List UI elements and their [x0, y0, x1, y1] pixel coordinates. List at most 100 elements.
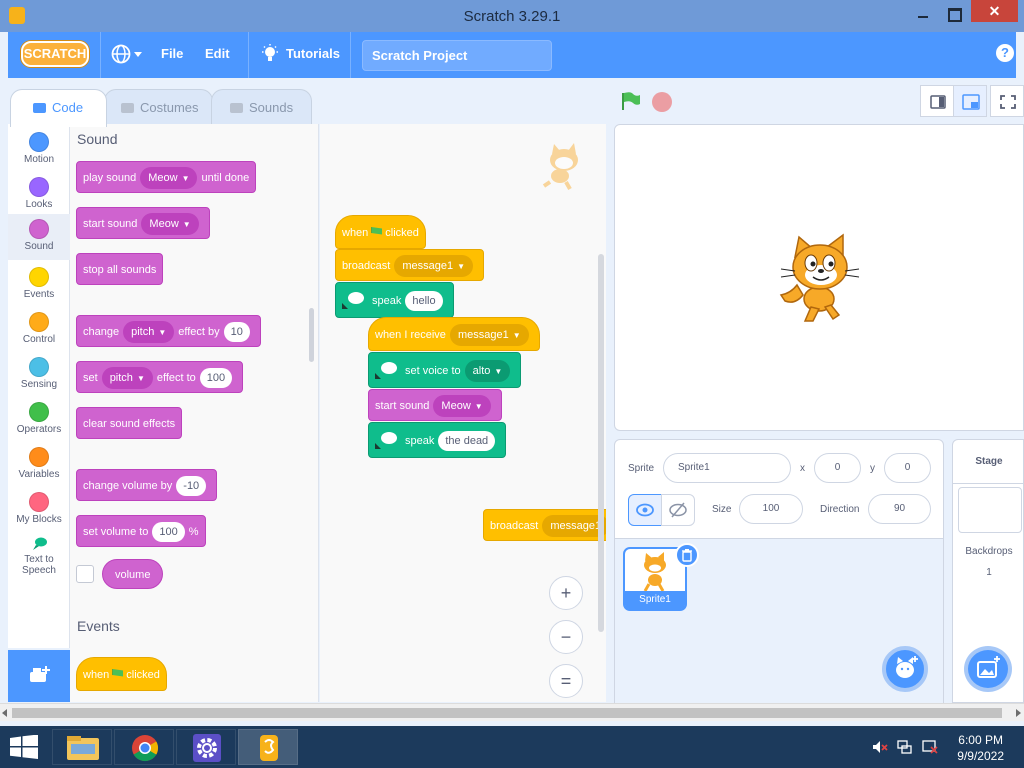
taskbar-scratch[interactable]	[238, 729, 298, 765]
taskbar-chrome[interactable]	[114, 729, 174, 765]
windows-start-icon[interactable]	[10, 734, 38, 759]
menu-edit[interactable]: Edit	[205, 46, 230, 61]
taskbar-clock[interactable]: 6:00 PM 9/9/2022	[957, 732, 1004, 764]
sprite-size-input[interactable]: 100	[739, 494, 803, 524]
effect-value-input[interactable]: 100	[199, 368, 233, 388]
volume-change-input[interactable]: -10	[176, 476, 207, 496]
script-broadcast-block[interactable]: broadcast message1	[483, 509, 606, 541]
effect-dropdown[interactable]: pitch ▼	[101, 367, 153, 389]
volume-value-input[interactable]: 100	[152, 522, 185, 542]
sprite-name-input[interactable]: Sprite1	[663, 453, 791, 483]
sprite-y-input[interactable]: 0	[884, 453, 931, 483]
block-text: change	[83, 326, 120, 338]
script-speak-block[interactable]: speak hello	[335, 282, 454, 318]
category-sound[interactable]: Sound	[8, 214, 70, 260]
maximize-button[interactable]	[940, 2, 966, 24]
network-icon[interactable]	[897, 740, 913, 754]
stop-button[interactable]	[652, 92, 672, 112]
speak-text-input[interactable]: hello	[405, 291, 443, 311]
sprite-thumbnail-label: Sprite1	[625, 591, 685, 609]
block-start-sound[interactable]: start sound Meow ▼	[76, 207, 210, 239]
category-looks[interactable]: Looks	[8, 172, 70, 216]
block-stop-all-sounds[interactable]: stop all sounds	[76, 253, 164, 285]
zoom-reset-button[interactable]: =	[549, 664, 583, 698]
tab-costumes[interactable]: Costumes	[104, 89, 213, 125]
voice-dropdown[interactable]: alto ▼	[464, 360, 511, 382]
help-icon[interactable]: ?	[996, 44, 1014, 62]
small-stage-button[interactable]	[920, 85, 954, 117]
minimize-button[interactable]	[910, 2, 936, 24]
block-change-effect[interactable]: change pitch ▼ effect by 10	[76, 315, 261, 347]
message-dropdown[interactable]: message1 ▼	[394, 255, 473, 277]
hide-sprite-button[interactable]	[661, 494, 695, 526]
script-broadcast-block[interactable]: broadcast message1 ▼	[335, 249, 484, 281]
show-sprite-button[interactable]	[628, 494, 662, 526]
zoom-out-button[interactable]: −	[549, 620, 583, 654]
sprite-direction-input[interactable]: 90	[868, 494, 931, 524]
script-set-voice-block[interactable]: set voice to alto ▼	[368, 352, 522, 388]
scroll-left-icon[interactable]	[2, 709, 7, 717]
menu-tutorials[interactable]: Tutorials	[286, 46, 340, 61]
sound-dropdown[interactable]: Meow ▼	[433, 395, 491, 417]
effect-amount-input[interactable]: 10	[223, 322, 250, 342]
action-center-icon[interactable]	[922, 740, 938, 754]
script-when-flag-clicked[interactable]: when clicked	[335, 215, 426, 249]
script-speak-block[interactable]: speak the dead	[368, 422, 507, 458]
app-horizontal-scrollbar[interactable]	[0, 703, 1024, 721]
category-sensing[interactable]: Sensing	[8, 352, 70, 396]
block-set-effect[interactable]: set pitch ▼ effect to 100	[76, 361, 244, 393]
block-when-flag-clicked[interactable]: when clicked	[76, 657, 167, 691]
project-title-input[interactable]: Scratch Project	[362, 40, 552, 71]
fullscreen-button[interactable]	[990, 85, 1024, 117]
volume-muted-icon[interactable]	[872, 740, 888, 754]
category-control[interactable]: Control	[8, 307, 70, 351]
block-play-sound-until-done[interactable]: play sound Meow ▼ until done	[76, 161, 257, 193]
close-button[interactable]: ✕	[971, 0, 1018, 22]
palette-scrollbar[interactable]	[309, 308, 314, 362]
scrollbar-thumb[interactable]	[12, 708, 1002, 718]
sprite-x-input[interactable]: 0	[814, 453, 861, 483]
scroll-right-icon[interactable]	[1016, 709, 1021, 717]
taskbar-file-explorer[interactable]	[52, 729, 112, 765]
category-variables[interactable]: Variables	[8, 442, 70, 486]
block-change-volume[interactable]: change volume by -10	[76, 469, 218, 501]
category-text-to-speech[interactable]: Text to Speech	[8, 532, 70, 582]
script-scrollbar[interactable]	[598, 254, 604, 632]
language-globe-icon[interactable]	[111, 44, 131, 64]
tab-code[interactable]: Code	[10, 89, 107, 127]
stage-canvas[interactable]	[614, 124, 1024, 431]
message-dropdown[interactable]: message1	[542, 515, 606, 537]
category-motion[interactable]: Motion	[8, 127, 70, 171]
volume-monitor-checkbox[interactable]	[76, 565, 94, 583]
block-volume-reporter[interactable]: volume	[102, 559, 164, 589]
add-backdrop-button[interactable]	[964, 646, 1012, 692]
cat-sprite-image[interactable]	[775, 233, 865, 325]
menu-file[interactable]: File	[161, 46, 183, 61]
category-operators[interactable]: Operators	[8, 397, 70, 441]
tab-sounds[interactable]: Sounds	[211, 89, 312, 125]
sprite-thumbnail[interactable]: Sprite1	[623, 543, 699, 611]
effect-dropdown[interactable]: pitch ▼	[123, 321, 175, 343]
normal-stage-button[interactable]	[953, 85, 987, 117]
script-start-sound-block[interactable]: start sound Meow ▼	[368, 389, 502, 421]
menu-bar: SCRATCH File Edit Tutorials Scratch Proj…	[8, 32, 1016, 78]
script-when-i-receive[interactable]: when I receive message1 ▼	[368, 317, 540, 351]
scratch-logo[interactable]: SCRATCH	[21, 41, 89, 67]
backdrop-thumbnail[interactable]	[958, 487, 1022, 533]
zoom-in-button[interactable]: +	[549, 576, 583, 610]
block-set-volume[interactable]: set volume to 100%	[76, 515, 206, 547]
category-events[interactable]: Events	[8, 262, 70, 306]
message-dropdown[interactable]: message1 ▼	[449, 324, 529, 346]
add-extension-button[interactable]	[8, 650, 70, 702]
sound-dropdown[interactable]: Meow ▼	[140, 167, 198, 189]
delete-sprite-button[interactable]	[675, 543, 699, 567]
speak-text-input[interactable]: the dead	[438, 431, 496, 451]
add-sprite-button[interactable]	[882, 646, 928, 692]
sound-dropdown[interactable]: Meow ▼	[141, 213, 199, 235]
category-label: Sound	[24, 241, 54, 252]
category-my-blocks[interactable]: My Blocks	[8, 487, 70, 531]
taskbar-settings[interactable]	[176, 729, 236, 765]
green-flag-button[interactable]	[621, 92, 641, 110]
script-area[interactable]: when clicked broadcast message1 ▼ speak hell…	[320, 124, 606, 702]
block-clear-sound-effects[interactable]: clear sound effects	[76, 407, 183, 439]
